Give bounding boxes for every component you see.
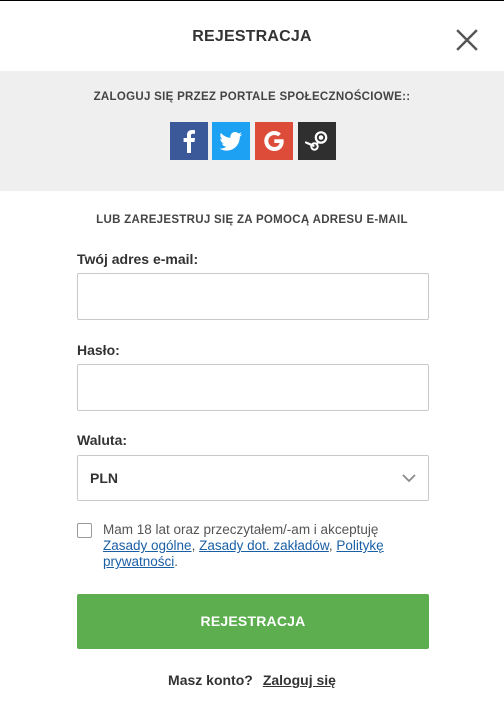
login-link[interactable]: Zaloguj się	[263, 672, 336, 688]
twitter-login-button[interactable]	[212, 122, 250, 160]
google-icon	[264, 131, 284, 151]
steam-login-button[interactable]	[298, 122, 336, 160]
consent-separator: ,	[191, 538, 200, 553]
registration-modal: REJESTRACJA ZALOGUJ SIĘ PRZEZ PORTALE SP…	[0, 0, 504, 725]
currency-selected-value: PLN	[90, 470, 118, 486]
facebook-icon	[183, 130, 195, 153]
chevron-down-icon	[402, 474, 416, 483]
email-section-title: LUB ZAREJESTRUJ SIĘ ZA POMOCĄ ADRESU E-M…	[96, 214, 408, 226]
social-login-title: ZALOGUJ SIĘ PRZEZ PORTALE SPOŁECZNOŚCIOW…	[93, 91, 411, 103]
close-button[interactable]	[455, 28, 479, 52]
password-label: Hasło:	[77, 342, 120, 358]
social-login-panel: ZALOGUJ SIĘ PRZEZ PORTALE SPOŁECZNOŚCIOW…	[0, 71, 504, 191]
email-input[interactable]	[77, 273, 429, 320]
modal-header: REJESTRACJA	[0, 1, 504, 71]
modal-title: REJESTRACJA	[192, 28, 312, 45]
register-button[interactable]: REJESTRACJA	[77, 594, 429, 649]
email-label: Twój adres e-mail:	[77, 251, 199, 267]
facebook-login-button[interactable]	[170, 122, 208, 160]
password-input[interactable]	[77, 364, 429, 411]
currency-label: Waluta:	[77, 432, 128, 448]
betting-terms-link[interactable]: Zasady dot. zakładów	[199, 538, 329, 553]
terms-consent-text: Mam 18 lat oraz przeczytałem/-am i akcep…	[103, 522, 403, 570]
currency-select[interactable]: PLN	[77, 455, 429, 501]
steam-icon	[304, 131, 328, 151]
google-login-button[interactable]	[255, 122, 293, 160]
terms-checkbox[interactable]	[77, 523, 92, 538]
consent-text-before: Mam 18 lat oraz przeczytałem/-am i akcep…	[103, 522, 379, 537]
login-prompt: Masz konto? Zaloguj się	[0, 672, 504, 688]
login-prompt-question: Masz konto?	[168, 672, 253, 688]
twitter-icon	[219, 132, 242, 151]
close-icon	[456, 29, 478, 51]
consent-text-after: .	[174, 554, 179, 569]
general-terms-link[interactable]: Zasady ogólne	[103, 538, 192, 553]
